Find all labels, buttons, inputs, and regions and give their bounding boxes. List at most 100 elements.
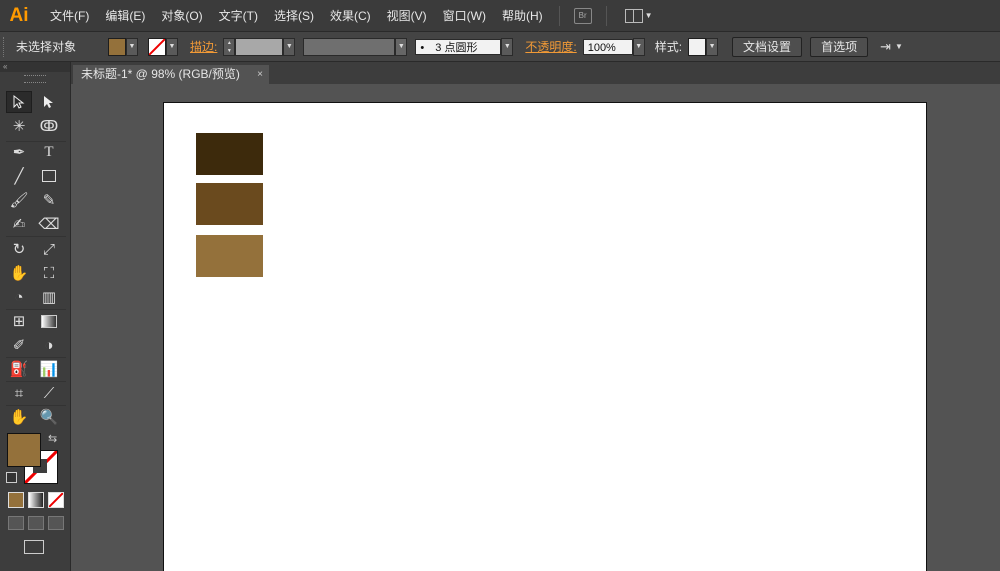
menu-edit[interactable]: 编辑(E) [97, 7, 153, 24]
fill-swatch [108, 37, 127, 56]
symbol-sprayer-tool[interactable]: ⛽ [6, 358, 32, 380]
document-tab[interactable]: 未标题-1* @ 98% (RGB/预览) × [73, 65, 269, 84]
pencil-tool[interactable]: ✎ [36, 189, 62, 211]
menu-effect[interactable]: 效果(C) [322, 7, 379, 24]
gradient-tool[interactable] [36, 310, 62, 332]
artboard[interactable] [163, 102, 927, 571]
app-logo: Ai [9, 4, 29, 26]
pen-tool[interactable]: ✒ [6, 141, 32, 163]
swap-fill-stroke-icon[interactable]: ⇆ [48, 432, 57, 445]
chevron-down-icon[interactable]: ▼ [283, 37, 296, 56]
close-icon[interactable]: × [257, 65, 263, 84]
perspective-grid-icon: ▥ [41, 289, 57, 306]
blend-icon: ◑ [44, 336, 54, 354]
magic-wand-icon: ✳ [12, 118, 26, 135]
chevron-down-icon[interactable]: ▼ [395, 37, 408, 56]
pen-icon: ✒ [12, 144, 26, 161]
fill-color-box[interactable] [7, 433, 41, 467]
scale-tool[interactable]: ⤢ [36, 238, 62, 260]
screen-mode-button[interactable] [24, 540, 44, 554]
fill-color-dropdown[interactable]: ▼ [108, 37, 139, 56]
chevron-down-icon: ▼ [894, 42, 903, 51]
rotate-tool[interactable]: ↻ [6, 238, 32, 260]
hand-tool[interactable]: ✋ [6, 406, 32, 428]
document-setup-button[interactable]: 文档设置 [732, 36, 803, 57]
pencil-icon: ✎ [42, 192, 56, 209]
warp-tool[interactable]: ✋ [6, 262, 32, 284]
gradient-icon [41, 314, 57, 328]
line-tool[interactable]: ╱ [6, 165, 32, 187]
arrange-documents-button[interactable]: ▼ [624, 8, 653, 23]
draw-behind-button[interactable] [28, 516, 44, 530]
direct-selection-tool[interactable] [36, 91, 62, 113]
artboard-tool[interactable]: ⌗ [6, 382, 32, 404]
magic-wand-tool[interactable]: ✳ [6, 115, 32, 137]
style-label: 样式: [654, 40, 683, 54]
hand-icon: ✋ [9, 409, 29, 426]
free-transform-icon: ⛶ [43, 264, 55, 282]
preferences-button[interactable]: 首选项 [810, 36, 869, 57]
eyedropper-tool[interactable]: ✐ [6, 334, 32, 356]
selection-status: 未选择对象 [16, 40, 77, 54]
light-brown-rectangle[interactable] [196, 235, 263, 277]
chevron-down-icon[interactable]: ▼ [632, 37, 645, 56]
gradient-mode-button[interactable] [28, 492, 44, 508]
stroke-label[interactable]: 描边: [190, 38, 217, 55]
menu-window[interactable]: 窗口(W) [435, 7, 494, 24]
brush-definition-field[interactable]: • 3 点圆形 [415, 38, 502, 55]
mesh-tool[interactable]: ⊞ [6, 310, 32, 332]
opacity-label[interactable]: 不透明度: [525, 38, 576, 55]
chevron-down-icon: ▼ [166, 37, 179, 56]
blob-brush-tool[interactable]: ✍ [6, 213, 32, 235]
paintbrush-icon: 🖌 [9, 192, 29, 209]
graphic-style-dropdown[interactable]: ▼ [688, 37, 719, 56]
menu-select[interactable]: 选择(S) [266, 7, 322, 24]
brush-definition-value: 3 点圆形 [435, 41, 478, 54]
artboard-icon: ⌗ [14, 384, 24, 402]
stroke-weight-field[interactable] [235, 37, 284, 56]
eraser-tool[interactable]: ⌫ [36, 213, 62, 235]
default-fill-stroke-icon[interactable] [6, 472, 17, 483]
mesh-icon: ⊞ [12, 313, 26, 330]
collapse-panel-icon[interactable]: « [0, 62, 70, 72]
stroke-weight-stepper[interactable]: ▲ ▼ [223, 37, 236, 56]
bridge-button[interactable]: Br [573, 7, 592, 24]
menu-object[interactable]: 对象(O) [153, 7, 210, 24]
color-mode-button[interactable] [8, 492, 24, 508]
align-options-button[interactable]: ⇥ ▼ [880, 39, 903, 55]
paintbrush-tool[interactable]: 🖌 [6, 189, 32, 211]
column-graph-tool[interactable]: 📊 [36, 358, 62, 380]
draw-inside-button[interactable] [48, 516, 64, 530]
arrange-documents-icon [624, 8, 643, 23]
free-transform-tool[interactable]: ⛶ [36, 262, 62, 284]
selection-tool[interactable] [6, 91, 32, 113]
zoom-tool[interactable]: 🔍 [36, 406, 62, 428]
shape-builder-tool[interactable]: ◔ [6, 286, 32, 308]
lasso-tool[interactable]: ↂ [36, 115, 62, 137]
document-tab-bar: 未标题-1* @ 98% (RGB/预览) × [71, 62, 1000, 84]
menu-type[interactable]: 文字(T) [211, 7, 266, 24]
chevron-down-icon[interactable]: ▼ [501, 37, 514, 56]
slice-tool[interactable]: ⟋ [36, 382, 62, 404]
menu-divider [605, 5, 607, 26]
panel-grip[interactable] [3, 36, 8, 57]
panel-grip[interactable] [24, 75, 46, 83]
menu-file[interactable]: 文件(F) [42, 7, 97, 24]
blend-tool[interactable]: ◑ [36, 334, 62, 356]
medium-brown-rectangle[interactable] [196, 183, 263, 225]
menu-view[interactable]: 视图(V) [379, 7, 435, 24]
brush-dot-icon: • [420, 41, 425, 54]
variable-width-profile[interactable] [303, 37, 396, 56]
menu-help[interactable]: 帮助(H) [494, 7, 551, 24]
dark-brown-rectangle[interactable] [196, 133, 263, 175]
rectangle-tool[interactable] [36, 165, 62, 187]
rotate-icon: ↻ [12, 241, 26, 258]
shape-builder-icon: ◔ [14, 288, 24, 306]
graphic-style-swatch [688, 37, 707, 56]
draw-normal-button[interactable] [8, 516, 24, 530]
none-mode-button[interactable] [48, 492, 64, 508]
stroke-color-dropdown[interactable]: ▼ [148, 37, 179, 56]
type-tool[interactable]: T [36, 141, 62, 163]
perspective-grid-tool[interactable]: ▥ [36, 286, 62, 308]
opacity-input[interactable]: 100% [582, 38, 633, 55]
